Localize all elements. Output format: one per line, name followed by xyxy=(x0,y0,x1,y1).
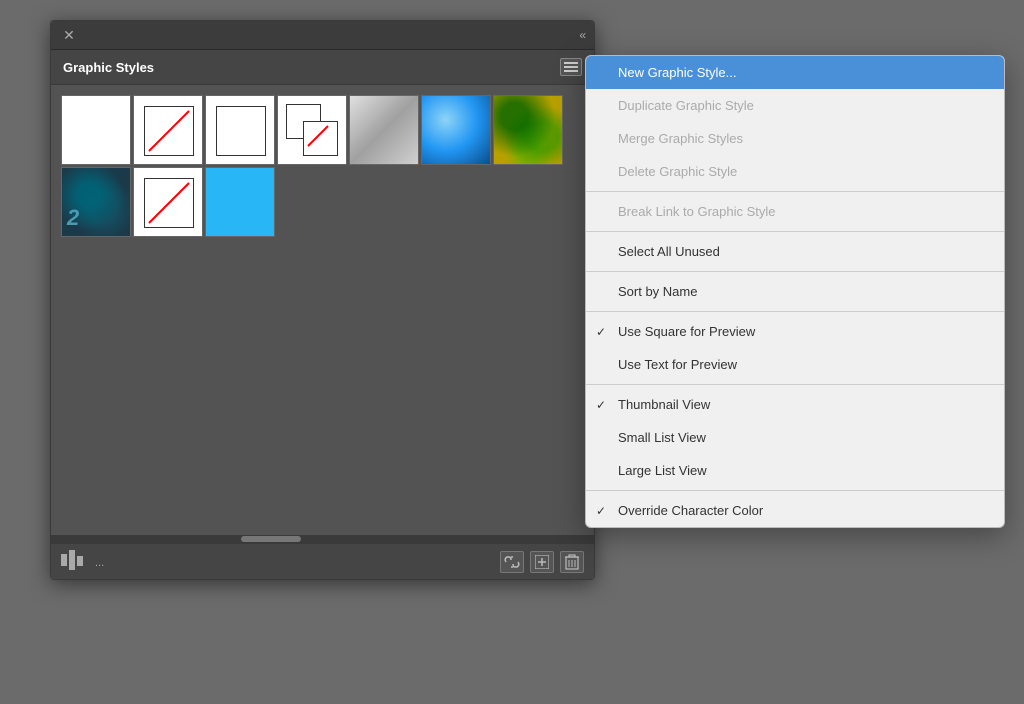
panel-titlebar: ✕ « xyxy=(51,21,594,50)
graphic-styles-panel: ✕ « Graphic Styles xyxy=(50,20,595,580)
divider-4 xyxy=(586,311,1004,312)
style-item-8[interactable]: 2 xyxy=(61,167,131,237)
menu-item-label-thumbnail-view: Thumbnail View xyxy=(618,397,984,412)
style-8-text: 2 xyxy=(67,205,79,231)
menu-item-duplicate-graphic-style: Duplicate Graphic Style xyxy=(586,89,1004,122)
menu-item-label-sort-by-name: Sort by Name xyxy=(618,284,984,299)
menu-item-delete-graphic-style: Delete Graphic Style xyxy=(586,155,1004,188)
trash-icon xyxy=(565,554,579,570)
panel-content: 2 xyxy=(51,85,594,535)
panel-title: Graphic Styles xyxy=(63,60,154,75)
menu-item-new-graphic-style[interactable]: New Graphic Style... xyxy=(586,56,1004,89)
menu-item-break-link: Break Link to Graphic Style xyxy=(586,195,1004,228)
menu-item-label-small-list-view: Small List View xyxy=(618,430,984,445)
divider-3 xyxy=(586,271,1004,272)
style-item-7[interactable] xyxy=(493,95,563,165)
divider-1 xyxy=(586,191,1004,192)
panel-scrollbar[interactable] xyxy=(51,535,594,543)
menu-item-merge-graphic-styles: Merge Graphic Styles xyxy=(586,122,1004,155)
style-4-slash xyxy=(278,96,347,165)
panel-menu-button[interactable] xyxy=(560,58,582,76)
add-icon xyxy=(535,555,549,569)
style-item-3[interactable] xyxy=(205,95,275,165)
add-style-button[interactable] xyxy=(530,551,554,573)
style-item-4[interactable] xyxy=(277,95,347,165)
panel-footer: ... xyxy=(51,543,594,579)
break-link-icon xyxy=(503,555,521,569)
menu-item-label-delete-graphic-style: Delete Graphic Style xyxy=(618,164,984,179)
menu-item-label-break-link: Break Link to Graphic Style xyxy=(618,204,984,219)
menu-item-label-merge-graphic-styles: Merge Graphic Styles xyxy=(618,131,984,146)
menu-item-use-text-preview[interactable]: Use Text for Preview xyxy=(586,348,1004,381)
style-item-5[interactable] xyxy=(349,95,419,165)
library-icon[interactable] xyxy=(61,550,91,573)
menu-item-label-select-all-unused: Select All Unused xyxy=(618,244,984,259)
panel-close-button[interactable]: ✕ xyxy=(61,27,77,43)
menu-item-label-override-character-color: Override Character Color xyxy=(618,503,984,518)
styles-grid: 2 xyxy=(61,95,584,237)
footer-right xyxy=(500,551,584,573)
panel-collapse-button[interactable]: « xyxy=(579,28,584,42)
menu-item-override-character-color[interactable]: Override Character Color xyxy=(586,494,1004,527)
footer-left: ... xyxy=(61,550,104,573)
delete-style-button[interactable] xyxy=(560,551,584,573)
style-7-pattern xyxy=(494,96,562,164)
style-item-10[interactable] xyxy=(205,167,275,237)
menu-item-label-use-square-preview: Use Square for Preview xyxy=(618,324,984,339)
menu-item-small-list-view[interactable]: Small List View xyxy=(586,421,1004,454)
style-item-9[interactable] xyxy=(133,167,203,237)
style-item-2[interactable] xyxy=(133,95,203,165)
style-9-slash xyxy=(134,168,203,237)
break-link-button[interactable] xyxy=(500,551,524,573)
context-menu: New Graphic Style... Duplicate Graphic St… xyxy=(585,55,1005,528)
menu-item-use-square-preview[interactable]: Use Square for Preview xyxy=(586,315,1004,348)
hamburger-icon xyxy=(564,66,578,68)
menu-item-label-use-text-preview: Use Text for Preview xyxy=(618,357,984,372)
style-item-1[interactable] xyxy=(61,95,131,165)
menu-item-label-new-graphic-style: New Graphic Style... xyxy=(618,65,984,80)
menu-item-thumbnail-view[interactable]: Thumbnail View xyxy=(586,388,1004,421)
style-3-square xyxy=(216,106,266,156)
panel-scrollbar-thumb[interactable] xyxy=(241,536,301,542)
menu-item-label-duplicate-graphic-style: Duplicate Graphic Style xyxy=(618,98,984,113)
menu-item-label-large-list-view: Large List View xyxy=(618,463,984,478)
divider-6 xyxy=(586,490,1004,491)
style-item-6[interactable] xyxy=(421,95,491,165)
menu-item-large-list-view[interactable]: Large List View xyxy=(586,454,1004,487)
library-dots: ... xyxy=(95,557,104,569)
menu-item-sort-by-name[interactable]: Sort by Name xyxy=(586,275,1004,308)
workspace: ✕ « Graphic Styles xyxy=(0,0,1024,704)
style-2-slash xyxy=(134,96,203,165)
panel-header: Graphic Styles xyxy=(51,50,594,85)
divider-2 xyxy=(586,231,1004,232)
menu-item-select-all-unused[interactable]: Select All Unused xyxy=(586,235,1004,268)
divider-5 xyxy=(586,384,1004,385)
